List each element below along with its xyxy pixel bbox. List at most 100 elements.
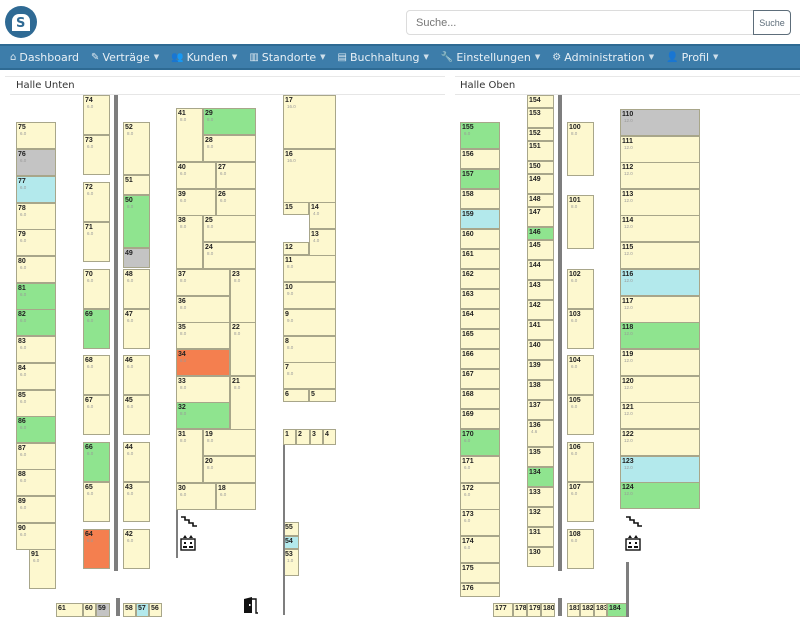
storage-unit-53[interactable]: 53 1.0 [283, 549, 299, 576]
storage-unit-105[interactable]: 105 6.0 [567, 395, 594, 435]
storage-unit-42[interactable]: 42 6.0 [123, 529, 150, 569]
storage-unit-165[interactable]: 165 [460, 329, 500, 349]
storage-unit-38[interactable]: 38 8.0 [176, 215, 203, 269]
storage-unit-103[interactable]: 103 6.0 [567, 309, 594, 349]
storage-unit-4[interactable]: 4 [323, 429, 336, 445]
storage-unit-145[interactable]: 145 [527, 240, 554, 260]
storage-unit-101[interactable]: 101 8.0 [567, 195, 594, 249]
nav-item-kunden[interactable]: 👥 Kunden ▼ [171, 51, 237, 64]
storage-unit-139[interactable]: 139 [527, 360, 554, 380]
storage-unit-52[interactable]: 52 8.0 [123, 122, 150, 175]
storage-unit-172[interactable]: 172 6.0 [460, 483, 500, 510]
storage-unit-85[interactable]: 85 6.0 [16, 390, 56, 417]
storage-unit-76[interactable]: 76 6.0 [16, 149, 56, 176]
storage-unit-45[interactable]: 45 6.0 [123, 395, 150, 435]
storage-unit-148[interactable]: 148 [527, 194, 554, 207]
storage-unit-12[interactable]: 12 [283, 242, 309, 255]
storage-unit-157[interactable]: 157 [460, 169, 500, 189]
nav-item-administration[interactable]: ⚙ Administration ▼ [552, 51, 654, 64]
storage-unit-110[interactable]: 110 12.0 [620, 109, 700, 136]
storage-unit-170[interactable]: 170 6.0 [460, 429, 500, 456]
storage-unit-58[interactable]: 58 [123, 603, 136, 617]
storage-unit-162[interactable]: 162 [460, 269, 500, 289]
storage-unit-68[interactable]: 68 6.0 [83, 355, 110, 395]
storage-unit-80[interactable]: 80 6.0 [16, 256, 56, 283]
storage-unit-159[interactable]: 159 [460, 209, 500, 229]
nav-item-dashboard[interactable]: ⌂ Dashboard [10, 51, 79, 64]
storage-unit-44[interactable]: 44 6.0 [123, 442, 150, 482]
storage-unit-108[interactable]: 108 6.0 [567, 529, 594, 569]
storage-unit-59[interactable]: 59 [96, 603, 110, 617]
storage-unit-177[interactable]: 177 [493, 603, 513, 617]
storage-unit-8[interactable]: 8 8.0 [283, 336, 336, 363]
storage-unit-34[interactable]: 34 8.0 [176, 349, 230, 376]
storage-unit-179[interactable]: 179 [527, 603, 541, 617]
nav-item-verträge[interactable]: ✎ Verträge ▼ [91, 51, 159, 64]
storage-unit-176[interactable]: 176 [460, 583, 500, 597]
storage-unit-166[interactable]: 166 [460, 349, 500, 369]
search-button[interactable]: Suche [753, 10, 791, 35]
storage-unit-87[interactable]: 87 6.0 [16, 443, 56, 470]
storage-unit-104[interactable]: 104 6.0 [567, 355, 594, 395]
storage-unit-100[interactable]: 100 8.0 [567, 122, 594, 176]
storage-unit-50[interactable]: 50 8.0 [123, 195, 150, 248]
storage-unit-152[interactable]: 152 [527, 128, 554, 141]
storage-unit-160[interactable]: 160 [460, 229, 500, 249]
storage-unit-43[interactable]: 43 6.0 [123, 482, 150, 522]
storage-unit-27[interactable]: 27 6.0 [216, 162, 256, 189]
storage-unit-133[interactable]: 133 [527, 487, 554, 507]
storage-unit-116[interactable]: 116 12.0 [620, 269, 700, 296]
storage-unit-56[interactable]: 56 [149, 603, 162, 617]
app-logo[interactable]: S [5, 6, 37, 38]
storage-unit-9[interactable]: 9 9.0 [283, 309, 336, 336]
storage-unit-158[interactable]: 158 [460, 189, 500, 209]
storage-unit-55[interactable]: 55 [283, 522, 299, 536]
storage-unit-82[interactable]: 82 6.0 [16, 309, 56, 336]
storage-unit-20[interactable]: 20 8.0 [203, 456, 256, 483]
storage-unit-30[interactable]: 30 6.0 [176, 483, 216, 510]
storage-unit-75[interactable]: 75 6.0 [16, 122, 56, 149]
storage-unit-23[interactable]: 23 8.0 [230, 269, 256, 323]
storage-unit-1[interactable]: 1 [283, 429, 296, 445]
storage-unit-48[interactable]: 48 6.0 [123, 269, 150, 309]
storage-unit-47[interactable]: 47 6.0 [123, 309, 150, 349]
storage-unit-2[interactable]: 2 [296, 429, 310, 445]
storage-unit-167[interactable]: 167 [460, 369, 500, 389]
storage-unit-3[interactable]: 3 [310, 429, 323, 445]
storage-unit-175[interactable]: 175 [460, 563, 500, 583]
storage-unit-115[interactable]: 115 12.0 [620, 242, 700, 269]
storage-unit-136[interactable]: 136 4.6 [527, 420, 554, 447]
storage-unit-7[interactable]: 7 8.0 [283, 362, 336, 389]
storage-unit-183[interactable]: 183 [594, 603, 607, 617]
storage-unit-91[interactable]: 91 6.0 [29, 549, 56, 589]
storage-unit-81[interactable]: 81 6.0 [16, 283, 56, 310]
storage-unit-83[interactable]: 83 6.0 [16, 336, 56, 363]
storage-unit-137[interactable]: 137 [527, 400, 554, 420]
storage-unit-118[interactable]: 118 12.0 [620, 322, 700, 349]
storage-unit-182[interactable]: 182 [580, 603, 594, 617]
storage-unit-86[interactable]: 86 6.0 [16, 416, 56, 443]
storage-unit-134[interactable]: 134 [527, 467, 554, 487]
storage-unit-39[interactable]: 39 6.0 [176, 189, 216, 216]
storage-unit-130[interactable]: 130 [527, 547, 554, 567]
storage-unit-119[interactable]: 119 12.0 [620, 349, 700, 376]
storage-unit-15[interactable]: 15 [283, 202, 309, 215]
storage-unit-10[interactable]: 10 9.0 [283, 282, 336, 309]
storage-unit-147[interactable]: 147 [527, 207, 554, 227]
nav-item-standorte[interactable]: ▥ Standorte ▼ [249, 51, 325, 64]
storage-unit-111[interactable]: 111 12.0 [620, 136, 700, 163]
storage-unit-37[interactable]: 37 8.0 [176, 269, 230, 296]
storage-unit-173[interactable]: 173 6.0 [460, 509, 500, 536]
storage-unit-89[interactable]: 89 6.0 [16, 496, 56, 523]
storage-unit-79[interactable]: 79 6.0 [16, 229, 56, 256]
nav-item-profil[interactable]: 👤 Profil ▼ [666, 51, 718, 64]
storage-unit-113[interactable]: 113 12.0 [620, 189, 700, 216]
storage-unit-144[interactable]: 144 [527, 260, 554, 280]
storage-unit-22[interactable]: 22 8.0 [230, 322, 256, 376]
storage-unit-5[interactable]: 5 [309, 389, 336, 402]
storage-unit-140[interactable]: 140 [527, 340, 554, 360]
storage-unit-24[interactable]: 24 8.0 [203, 242, 256, 269]
storage-unit-33[interactable]: 33 8.0 [176, 376, 230, 403]
storage-unit-14[interactable]: 14 4.0 [309, 202, 336, 229]
storage-unit-112[interactable]: 112 12.0 [620, 162, 700, 189]
